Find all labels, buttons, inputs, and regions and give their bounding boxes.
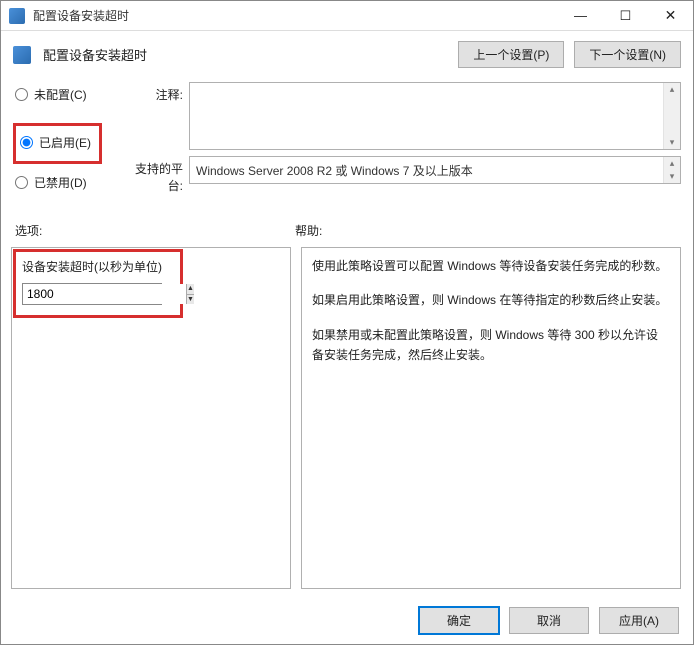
- help-panel: 使用此策略设置可以配置 Windows 等待设备安装任务完成的秒数。 如果启用此…: [301, 247, 681, 589]
- previous-setting-button[interactable]: 上一个设置(P): [458, 41, 564, 68]
- annotation-label: 注释:: [121, 82, 189, 103]
- timeout-label: 设备安装超时(以秒为单位): [22, 258, 174, 275]
- policy-icon: [13, 46, 31, 64]
- maximize-button[interactable]: ☐: [603, 1, 648, 30]
- minimize-button[interactable]: —: [558, 1, 603, 30]
- radio-enabled[interactable]: 已启用(E): [18, 130, 93, 155]
- cancel-button[interactable]: 取消: [509, 607, 589, 634]
- config-area: 未配置(C) 已启用(E) 已禁用(D) 注释: ▴▾ 支持的平台: Windo…: [1, 74, 693, 200]
- platform-label: 支持的平台:: [121, 156, 189, 194]
- timeout-input[interactable]: [23, 284, 186, 304]
- platform-row: 支持的平台: Windows Server 2008 R2 或 Windows …: [121, 156, 681, 194]
- help-paragraph-1: 使用此策略设置可以配置 Windows 等待设备安装任务完成的秒数。: [312, 256, 670, 276]
- radio-disabled[interactable]: 已禁用(D): [13, 170, 113, 195]
- help-paragraph-3: 如果禁用或未配置此策略设置，则 Windows 等待 300 秒以允许设备安装任…: [312, 325, 670, 366]
- platform-scrollbar[interactable]: ▴▾: [663, 157, 680, 183]
- radio-disabled-input[interactable]: [15, 176, 28, 189]
- window-title: 配置设备安装超时: [33, 7, 558, 24]
- spinner-down-button[interactable]: ▼: [187, 295, 194, 305]
- fields-column: 注释: ▴▾ 支持的平台: Windows Server 2008 R2 或 W…: [121, 82, 681, 200]
- policy-title: 配置设备安装超时: [43, 45, 448, 64]
- radio-not-configured-label: 未配置(C): [34, 86, 87, 103]
- radio-column: 未配置(C) 已启用(E) 已禁用(D): [13, 82, 113, 200]
- annotation-textarea[interactable]: ▴▾: [189, 82, 681, 150]
- help-paragraph-2: 如果启用此策略设置，则 Windows 在等待指定的秒数后终止安装。: [312, 290, 670, 310]
- next-setting-button[interactable]: 下一个设置(N): [574, 41, 681, 68]
- columns-header: 选项: 帮助:: [1, 200, 693, 245]
- options-panel: 设备安装超时(以秒为单位) ▲ ▼: [11, 247, 291, 589]
- help-header: 帮助:: [295, 222, 322, 239]
- radio-enabled-highlight: 已启用(E): [13, 123, 102, 164]
- app-icon: [9, 8, 25, 24]
- ok-button[interactable]: 确定: [419, 607, 499, 634]
- radio-enabled-label: 已启用(E): [39, 134, 91, 151]
- radio-not-configured-input[interactable]: [15, 88, 28, 101]
- options-header: 选项:: [15, 222, 295, 239]
- timeout-highlight: 设备安装超时(以秒为单位) ▲ ▼: [13, 249, 183, 318]
- radio-enabled-input[interactable]: [20, 136, 33, 149]
- radio-not-configured[interactable]: 未配置(C): [13, 82, 113, 107]
- header-row: 配置设备安装超时 上一个设置(P) 下一个设置(N): [1, 31, 693, 74]
- apply-button[interactable]: 应用(A): [599, 607, 679, 634]
- annotation-scrollbar[interactable]: ▴▾: [663, 83, 680, 149]
- timeout-spinner[interactable]: ▲ ▼: [22, 283, 162, 305]
- spinner-up-button[interactable]: ▲: [187, 284, 194, 295]
- lower-panes: 设备安装超时(以秒为单位) ▲ ▼ 使用此策略设置可以配置 Windows 等待…: [1, 245, 693, 599]
- platform-box: Windows Server 2008 R2 或 Windows 7 及以上版本…: [189, 156, 681, 184]
- annotation-row: 注释: ▴▾: [121, 82, 681, 150]
- spinner-buttons: ▲ ▼: [186, 284, 194, 304]
- radio-disabled-label: 已禁用(D): [34, 174, 87, 191]
- footer: 确定 取消 应用(A): [1, 599, 693, 644]
- window-controls: — ☐ ✕: [558, 1, 693, 30]
- platform-value: Windows Server 2008 R2 或 Windows 7 及以上版本: [196, 162, 473, 179]
- close-button[interactable]: ✕: [648, 1, 693, 30]
- titlebar: 配置设备安装超时 — ☐ ✕: [1, 1, 693, 31]
